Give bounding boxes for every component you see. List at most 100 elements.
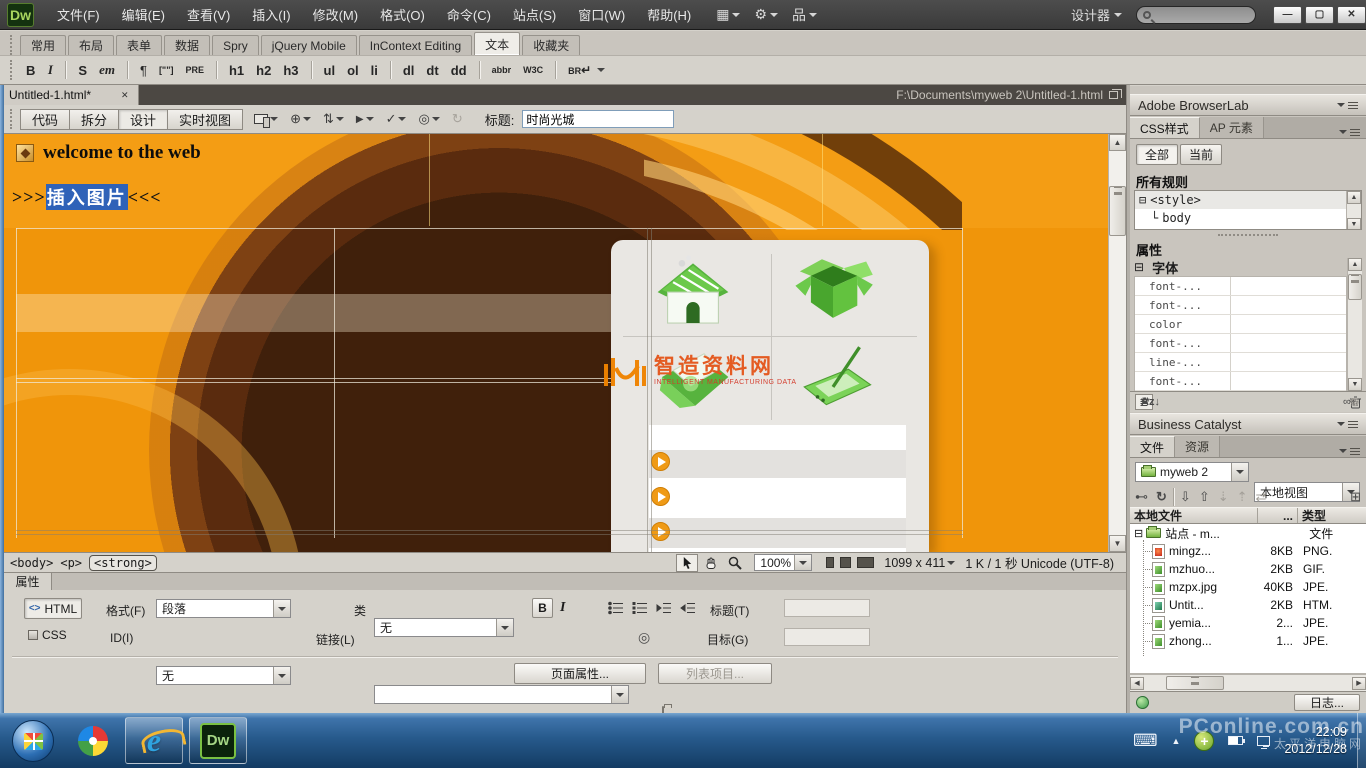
- document-tab[interactable]: Untitled-1.html* ✕: [0, 85, 139, 105]
- preformatted-button[interactable]: PRE: [179, 65, 210, 75]
- antivirus-tray-icon[interactable]: +: [1194, 731, 1214, 751]
- paragraph-button[interactable]: ¶: [134, 63, 153, 78]
- properties-tab[interactable]: 属性: [4, 573, 52, 590]
- tab-assets[interactable]: 资源: [1175, 436, 1220, 457]
- tablet-size-icon[interactable]: [840, 557, 851, 568]
- italic-toggle-button[interactable]: I: [560, 600, 565, 616]
- get-files-icon[interactable]: ⇩: [1180, 489, 1191, 505]
- tab-incontext-editing[interactable]: InContext Editing: [359, 35, 472, 55]
- taskbar-ie-button[interactable]: e: [125, 717, 183, 764]
- scroll-right-button[interactable]: ▶: [1352, 677, 1366, 690]
- tab-ap-elements[interactable]: AP 元素: [1200, 117, 1264, 138]
- files-horizontal-scrollbar[interactable]: ◀ ▶: [1130, 674, 1366, 691]
- tab-forms[interactable]: 表单: [116, 35, 162, 55]
- blockquote-button[interactable]: [""]: [153, 65, 180, 75]
- refresh-icon[interactable]: ↻: [452, 111, 463, 127]
- menu-help[interactable]: 帮助(H): [636, 0, 702, 30]
- tab-text[interactable]: 文本: [474, 32, 520, 55]
- show-hidden-icons[interactable]: ▲: [1172, 736, 1181, 746]
- expand-panel-icon[interactable]: ⊞: [1350, 489, 1361, 505]
- column-type[interactable]: 类型: [1298, 508, 1350, 523]
- list-items-button[interactable]: 列表项目...: [658, 663, 772, 684]
- css-property-row[interactable]: font-...: [1135, 334, 1346, 353]
- tag-selector-p[interactable]: <p>: [60, 556, 82, 570]
- column-local-files[interactable]: 本地文件: [1130, 508, 1258, 523]
- point-to-file-icon[interactable]: ◎: [638, 629, 650, 646]
- menu-format[interactable]: 格式(O): [369, 0, 436, 30]
- id-select[interactable]: 无: [156, 666, 291, 685]
- start-button[interactable]: [12, 720, 54, 762]
- li-button[interactable]: li: [365, 63, 384, 78]
- help-search-box[interactable]: [1136, 6, 1256, 24]
- panel-menu-icon[interactable]: [1337, 99, 1358, 111]
- menu-site[interactable]: 站点(S): [502, 0, 567, 30]
- tab-data[interactable]: 数据: [164, 35, 210, 55]
- dropdown-arrow-button[interactable]: [273, 667, 290, 684]
- italic-button[interactable]: I: [41, 62, 59, 78]
- panel-menu-icon[interactable]: [1339, 445, 1366, 457]
- chevron-down-icon[interactable]: [947, 561, 955, 569]
- file-row[interactable]: mzhuo...2KBGIF.: [1130, 560, 1366, 578]
- indent-button[interactable]: [680, 601, 696, 615]
- bold-toggle-button[interactable]: B: [532, 598, 553, 618]
- panel-resize-grip[interactable]: [1218, 234, 1278, 236]
- taskbar-dreamweaver-button[interactable]: Dw: [189, 717, 247, 764]
- scroll-down-button[interactable]: ▼: [1347, 218, 1361, 230]
- selected-text[interactable]: 插入图片: [46, 184, 128, 210]
- mobile-size-icon[interactable]: [826, 557, 834, 568]
- multiscreen-preview-icon[interactable]: [254, 113, 278, 125]
- file-row[interactable]: mingz...8KBPNG.: [1130, 542, 1366, 560]
- page-heading[interactable]: welcome to the web: [16, 142, 201, 164]
- local-files-tree[interactable]: ⊟ 站点 - m... 文件 mingz...8KBPNG. mzhuo...2…: [1130, 524, 1366, 674]
- tag-selector-strong[interactable]: <strong>: [89, 555, 157, 571]
- design-view-canvas[interactable]: 智造资料网 INTELLIGENT MANUFACTURING DATA wel…: [4, 134, 1108, 552]
- dropdown-arrow-button[interactable]: [1231, 463, 1248, 481]
- h3-button[interactable]: h3: [277, 63, 304, 78]
- tab-jquery-mobile[interactable]: jQuery Mobile: [261, 35, 357, 55]
- check-out-icon[interactable]: ⇣: [1218, 489, 1229, 505]
- file-row[interactable]: mzpx.jpg40KBJPE.: [1130, 578, 1366, 596]
- taskbar-app-icon[interactable]: [78, 726, 108, 756]
- desktop-size-icon[interactable]: [857, 557, 874, 568]
- site-menu-icon[interactable]: 品: [792, 5, 806, 25]
- live-view-button[interactable]: 实时视图: [167, 109, 243, 130]
- show-list-view-button[interactable]: **↓: [1141, 396, 1155, 408]
- font-category-row[interactable]: ⊟ 字体: [1134, 258, 1362, 276]
- panel-menu-icon[interactable]: [1339, 126, 1366, 138]
- strong-button[interactable]: S: [72, 63, 93, 78]
- current-rule-button[interactable]: 当前: [1180, 144, 1222, 165]
- w3c-button[interactable]: W3C: [517, 65, 549, 75]
- scroll-down-button[interactable]: ▼: [1348, 378, 1362, 391]
- taskbar-clock[interactable]: 22:09 2012/12/28: [1284, 724, 1347, 758]
- maximize-button[interactable]: ▢: [1305, 6, 1334, 24]
- file-row[interactable]: yemia...2...JPE.: [1130, 614, 1366, 632]
- all-rules-button[interactable]: 全部: [1136, 144, 1178, 165]
- tab-common[interactable]: 常用: [20, 35, 66, 55]
- canvas-vertical-scrollbar[interactable]: ▲ ▼: [1108, 134, 1126, 552]
- network-icon[interactable]: [1257, 736, 1270, 746]
- window-size-value[interactable]: 1099 x 411: [884, 556, 945, 570]
- menu-edit[interactable]: 编辑(E): [111, 0, 176, 30]
- drag-grip-icon[interactable]: [10, 35, 14, 55]
- dl-button[interactable]: dl: [397, 63, 421, 78]
- target-field[interactable]: [784, 628, 870, 646]
- restore-window-icon[interactable]: [1109, 91, 1118, 99]
- menu-commands[interactable]: 命令(C): [436, 0, 502, 30]
- check-in-icon[interactable]: ⇡: [1237, 489, 1248, 505]
- rule-body-row[interactable]: └ body: [1135, 209, 1361, 227]
- code-view-button[interactable]: 代码: [20, 109, 70, 130]
- scroll-down-button[interactable]: ▼: [1109, 535, 1126, 552]
- browserlab-panel-header[interactable]: Adobe BrowserLab: [1130, 94, 1366, 116]
- workspace-switcher[interactable]: 设计器: [1071, 5, 1110, 24]
- chevron-down-icon[interactable]: [597, 68, 605, 76]
- live-view-options-icon[interactable]: ▶: [356, 113, 374, 125]
- menu-file[interactable]: 文件(F): [46, 0, 111, 30]
- css-property-row[interactable]: font-...: [1135, 296, 1346, 315]
- scrollbar-thumb[interactable]: [1348, 274, 1362, 300]
- dropdown-arrow-button[interactable]: [496, 619, 513, 636]
- panel-menu-icon[interactable]: [1337, 418, 1358, 430]
- column-size[interactable]: ...: [1258, 508, 1298, 523]
- title-field[interactable]: [784, 599, 870, 617]
- file-management-icon[interactable]: ⇅: [323, 111, 344, 127]
- site-root-row[interactable]: ⊟ 站点 - m... 文件: [1130, 524, 1366, 542]
